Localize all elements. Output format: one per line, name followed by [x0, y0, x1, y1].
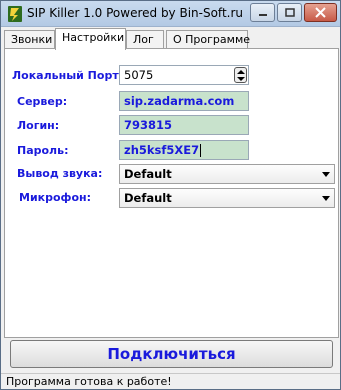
spin-up-icon[interactable] — [237, 70, 245, 74]
chevron-down-icon — [322, 196, 330, 201]
server-input[interactable]: sip.zadarma.com — [119, 91, 249, 111]
window-title: SIP Killer 1.0 Powered by Bin-Soft.ru — [27, 6, 244, 20]
audio-output-select[interactable]: Default — [119, 164, 335, 184]
spin-down-icon[interactable] — [237, 77, 245, 81]
settings-panel: Локальный Порт: 5075 Сервер: sip.zadarma… — [4, 48, 339, 338]
connect-button[interactable]: Подключиться — [10, 340, 333, 368]
minimize-button[interactable] — [250, 3, 275, 22]
app-window: SIP Killer 1.0 Powered by Bin-Soft.ru Зв… — [0, 0, 341, 390]
tab-about[interactable]: О Программе — [166, 30, 250, 49]
microphone-select[interactable]: Default — [119, 188, 335, 208]
port-spinner[interactable] — [234, 67, 247, 83]
close-button[interactable] — [304, 3, 337, 22]
microphone-label: Микрофон: — [19, 191, 92, 204]
maximize-button[interactable] — [277, 3, 302, 22]
maximize-icon — [284, 7, 295, 17]
close-icon — [315, 7, 326, 18]
title-bar[interactable]: SIP Killer 1.0 Powered by Bin-Soft.ru — [1, 1, 340, 27]
local-port-input[interactable]: 5075 — [119, 65, 249, 85]
status-bar: Программа готова к работе! — [1, 373, 340, 389]
local-port-label: Локальный Порт: — [12, 69, 124, 82]
chevron-down-icon — [322, 172, 330, 177]
tab-calls[interactable]: Звонки — [4, 30, 55, 49]
password-value: zh5ksf5XE7 — [124, 143, 200, 157]
server-label: Сервер: — [17, 95, 68, 108]
password-input[interactable]: zh5ksf5XE7 — [119, 140, 249, 160]
audio-output-value: Default — [124, 167, 172, 181]
server-value: sip.zadarma.com — [124, 94, 235, 108]
login-value: 793815 — [124, 118, 173, 132]
password-label: Пароль: — [17, 144, 69, 157]
tab-bar: Звонки Настройки Лог О Программе — [4, 28, 339, 50]
app-logo-icon — [8, 6, 22, 22]
text-caret — [200, 144, 202, 157]
tab-log[interactable]: Лог — [126, 30, 164, 49]
audio-output-label: Вывод звука: — [17, 167, 103, 180]
local-port-value: 5075 — [124, 68, 154, 82]
status-text: Программа готова к работе! — [6, 375, 172, 388]
minimize-icon — [258, 13, 267, 16]
tab-settings[interactable]: Настройки — [55, 28, 126, 50]
login-input[interactable]: 793815 — [119, 115, 249, 135]
login-label: Логин: — [17, 119, 60, 132]
microphone-value: Default — [124, 191, 172, 205]
